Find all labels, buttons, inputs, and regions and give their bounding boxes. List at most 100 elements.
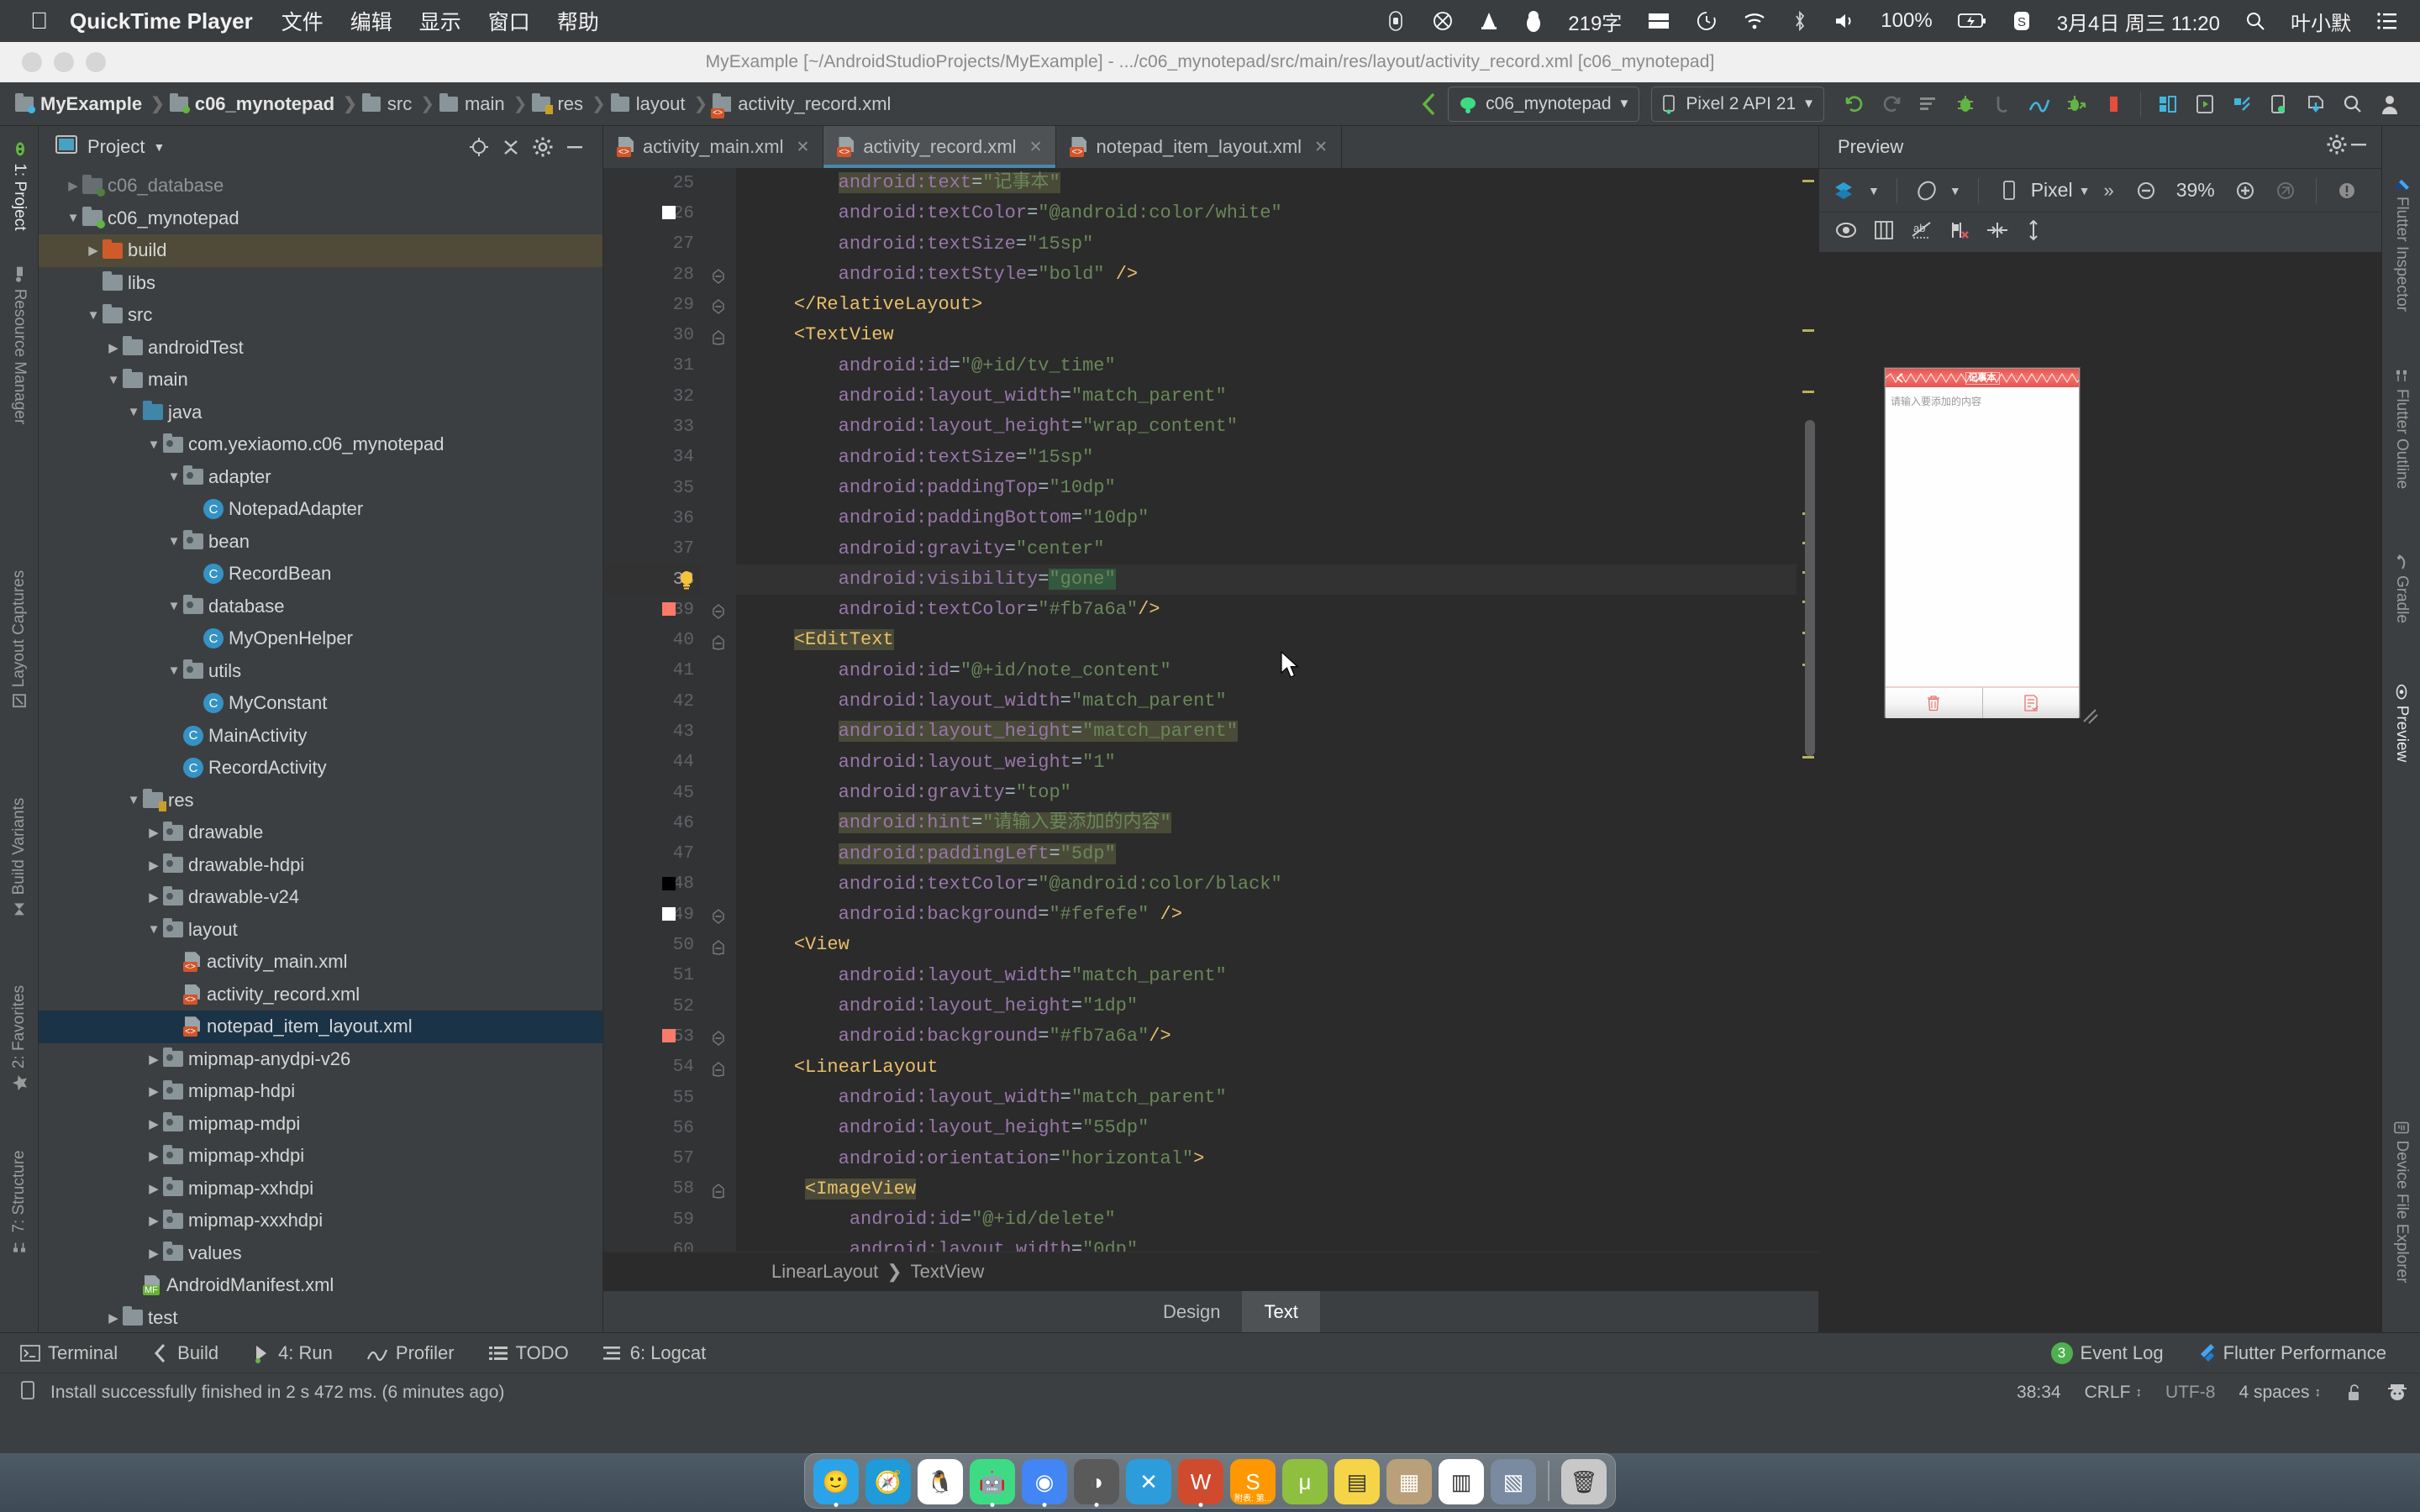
code-line[interactable]: android:hint="请输入要添加的内容" bbox=[750, 808, 1797, 838]
fold-end-icon[interactable] bbox=[711, 267, 726, 289]
chevron-down-icon[interactable]: ▼ bbox=[64, 211, 82, 225]
code-line[interactable]: android:layout_width="match_parent" bbox=[750, 686, 1797, 717]
caret-position[interactable]: 38:34 bbox=[2017, 1383, 2061, 1403]
fold-start-icon[interactable] bbox=[711, 1182, 726, 1204]
code-line[interactable]: android:layout_height="wrap_content" bbox=[750, 412, 1797, 442]
user-name[interactable]: 叶小默 bbox=[2291, 7, 2351, 36]
code-line[interactable]: <TextView bbox=[750, 320, 1797, 350]
issues-icon[interactable] bbox=[2328, 172, 2365, 209]
tree-item[interactable]: ▼ adapter bbox=[39, 461, 602, 494]
sdk-manager-icon[interactable] bbox=[2223, 86, 2260, 123]
volume-icon[interactable] bbox=[1833, 11, 1855, 31]
sidebar-item-gradle[interactable]: Gradle bbox=[2392, 554, 2411, 623]
tree-item[interactable]: ▶ build bbox=[39, 234, 602, 267]
tree-item[interactable]: · libs bbox=[39, 267, 602, 300]
tree-item[interactable]: ▶ mipmap-anydpi-v26 bbox=[39, 1043, 602, 1076]
attach-debugger-icon[interactable] bbox=[2058, 86, 2095, 123]
tree-item[interactable]: ▶ mipmap-xxhdpi bbox=[39, 1173, 602, 1205]
code-line[interactable]: </RelativeLayout> bbox=[750, 290, 1797, 320]
tree-item[interactable]: ·<>notepad_item_layout.xml bbox=[39, 1011, 602, 1043]
vcs-update-icon[interactable] bbox=[2297, 86, 2334, 123]
code-editor[interactable]: 2526272829303132333435363738394041424344… bbox=[603, 168, 1818, 1252]
chevron-down-icon[interactable]: ▼ bbox=[84, 308, 103, 323]
calendar-icon[interactable]: ▥ bbox=[1439, 1459, 1484, 1504]
indent-setting[interactable]: 4 spaces ↕ bbox=[2238, 1383, 2321, 1403]
tool-button-logcat[interactable]: 6: Logcat bbox=[602, 1342, 706, 1364]
chevron-down-icon[interactable]: ▼ bbox=[2079, 184, 2091, 197]
code-folding-column[interactable] bbox=[702, 168, 736, 1252]
finder-icon[interactable]: 🙂 bbox=[813, 1459, 859, 1507]
notification-icon[interactable] bbox=[18, 1379, 39, 1406]
control-center-icon[interactable] bbox=[2376, 12, 2398, 30]
chevron-down-icon[interactable]: ▼ bbox=[153, 140, 165, 154]
chevron-right-icon[interactable]: ▶ bbox=[145, 1084, 163, 1099]
chevron-down-icon[interactable]: ▼ bbox=[124, 405, 143, 419]
run-configuration-selector[interactable]: c06_mynotepad ▼ bbox=[1448, 86, 1640, 122]
save-note-button[interactable] bbox=[1981, 688, 2079, 718]
chrome-icon[interactable]: ◉ bbox=[1022, 1459, 1067, 1507]
code-line[interactable]: android:layout_width="0dp" bbox=[750, 1235, 1797, 1252]
code-line[interactable]: <LinearLayout bbox=[750, 1053, 1797, 1083]
chevron-right-icon[interactable]: ▶ bbox=[64, 178, 82, 193]
chevron-right-icon[interactable]: ▶ bbox=[145, 1213, 163, 1228]
chevron-down-icon[interactable]: ▼ bbox=[165, 599, 183, 613]
fold-end-icon[interactable] bbox=[711, 907, 726, 929]
code-line[interactable]: android:layout_height="match_parent" bbox=[750, 717, 1797, 747]
chevron-right-icon[interactable]: ▶ bbox=[145, 1052, 163, 1067]
vscode-icon[interactable]: ✕ bbox=[1126, 1459, 1171, 1504]
sogou-input-icon[interactable]: S bbox=[2012, 10, 2032, 32]
no-constraints-icon[interactable]: ab bbox=[1910, 219, 1933, 246]
chevron-down-icon[interactable]: ▼ bbox=[145, 922, 163, 937]
trash-icon[interactable]: 🗑 bbox=[1561, 1459, 1607, 1504]
back-arrow-icon[interactable] bbox=[1894, 372, 1906, 384]
line-number-gutter[interactable]: 2526272829303132333435363738394041424344… bbox=[603, 168, 702, 1252]
vertical-resize-icon[interactable] bbox=[2024, 218, 2043, 247]
tree-item[interactable]: ▼ src bbox=[39, 299, 602, 332]
menu-edit[interactable]: 编辑 bbox=[350, 6, 392, 36]
preview-device-label[interactable]: Pixel bbox=[2031, 179, 2073, 202]
android-studio-icon[interactable]: 🤖 bbox=[970, 1459, 1015, 1507]
editor-status-breadcrumb[interactable]: LinearLayout ❯ TextView bbox=[603, 1252, 1818, 1290]
keyboard-icon[interactable] bbox=[1647, 11, 1670, 31]
file-encoding[interactable]: UTF-8 bbox=[2165, 1383, 2216, 1403]
tree-item[interactable]: ▶ mipmap-hdpi bbox=[39, 1075, 602, 1108]
design-text-tabs[interactable]: Design Text bbox=[603, 1290, 1818, 1332]
wifi-icon[interactable] bbox=[1743, 11, 1766, 31]
tool-button-flutter-performance[interactable]: Flutter Performance bbox=[2197, 1342, 2386, 1364]
fold-end-icon[interactable] bbox=[711, 602, 726, 624]
tree-item[interactable]: ·CMyOpenHelper bbox=[39, 622, 602, 655]
tree-item[interactable]: ▶ mipmap-xxxhdpi bbox=[39, 1205, 602, 1237]
tree-item[interactable]: ▼ main bbox=[39, 364, 602, 396]
tree-item[interactable]: ▶ values bbox=[39, 1237, 602, 1270]
time-machine-icon[interactable] bbox=[1696, 10, 1718, 32]
tool-button-build[interactable]: Build bbox=[151, 1342, 218, 1364]
code-line[interactable]: <EditText bbox=[750, 625, 1797, 655]
app-launcher-icon[interactable]: ▧ bbox=[1491, 1459, 1536, 1504]
code-line[interactable]: android:id="@+id/note_content" bbox=[750, 656, 1797, 686]
tree-item[interactable]: ·CMainActivity bbox=[39, 720, 602, 753]
gear-icon[interactable] bbox=[2326, 134, 2348, 160]
rerun-icon[interactable] bbox=[1873, 86, 1910, 123]
penguin-icon[interactable] bbox=[1524, 10, 1543, 32]
profiler-icon[interactable] bbox=[2021, 86, 2058, 123]
code-line[interactable]: android:layout_width="match_parent" bbox=[750, 961, 1797, 991]
clear-constraints-icon[interactable] bbox=[1949, 219, 1970, 246]
close-tab-icon[interactable]: ✕ bbox=[796, 138, 809, 157]
menu-help[interactable]: 帮助 bbox=[557, 6, 599, 36]
breadcrumb-item-res[interactable]: res ❯ bbox=[532, 92, 610, 115]
tree-item[interactable]: ▶ mipmap-mdpi bbox=[39, 1108, 602, 1141]
center-horizontal-icon[interactable] bbox=[1986, 219, 2009, 246]
chevron-right-icon[interactable]: ▶ bbox=[145, 858, 163, 873]
tab-design[interactable]: Design bbox=[1141, 1291, 1242, 1332]
code-line[interactable]: android:gravity="center" bbox=[750, 534, 1797, 564]
stop-icon[interactable] bbox=[2095, 86, 2132, 123]
menu-view[interactable]: 显示 bbox=[419, 6, 461, 36]
blueprint-columns-icon[interactable] bbox=[1873, 219, 1895, 246]
code-line[interactable]: android:text="记事本" bbox=[750, 168, 1797, 198]
safari-icon[interactable]: 🧭 bbox=[865, 1459, 911, 1504]
code-line[interactable]: android:textSize="15sp" bbox=[750, 229, 1797, 260]
close-tab-icon[interactable]: ✕ bbox=[1314, 138, 1328, 157]
minimize-icon[interactable] bbox=[559, 131, 591, 163]
screen-record-icon[interactable] bbox=[1385, 10, 1407, 32]
tree-item[interactable]: ▶ c06_database bbox=[39, 170, 602, 202]
